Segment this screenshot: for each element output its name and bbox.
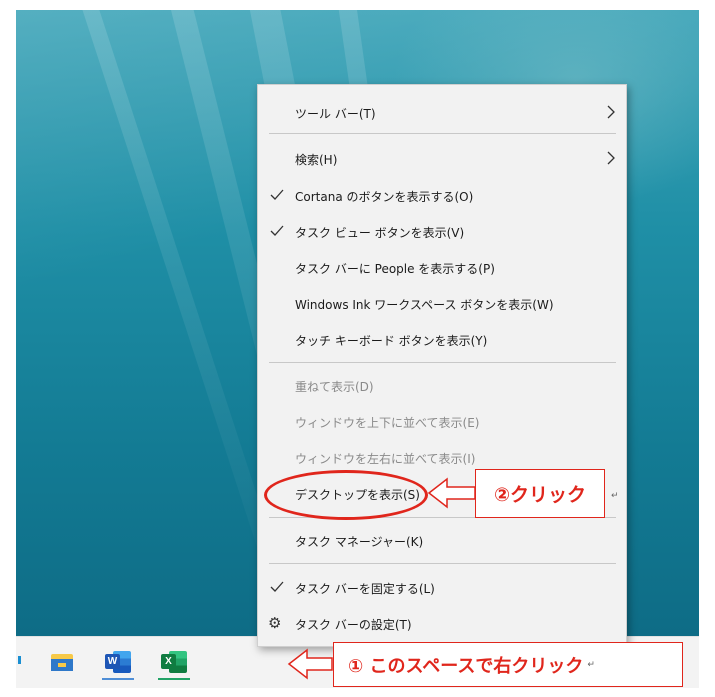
step1-label: ① このスペースで右クリック xyxy=(348,655,584,677)
step1-callout: ① このスペースで右クリック ↵ xyxy=(333,642,683,687)
return-mark: ↵ xyxy=(587,659,595,670)
arrow-to-show-desktop xyxy=(427,477,476,509)
return-mark: ↵ xyxy=(611,491,619,501)
step2-callout: ②クリック xyxy=(475,469,605,518)
annotation-arrows xyxy=(287,477,476,680)
arrow-to-taskbar xyxy=(287,648,333,680)
step2-label: ②クリック xyxy=(493,484,587,506)
